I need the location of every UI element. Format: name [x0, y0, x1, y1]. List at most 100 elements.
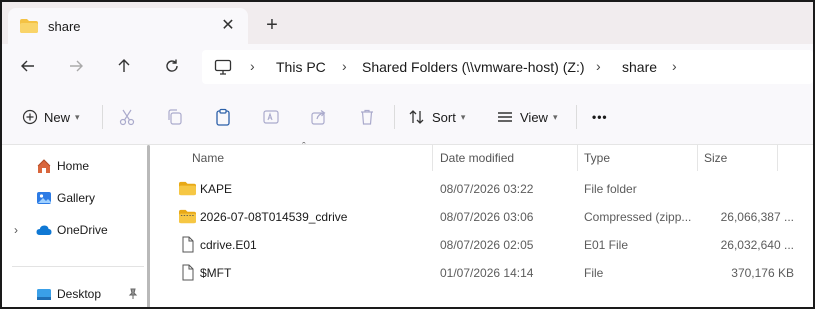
- chevron-down-icon: ▾: [552, 111, 558, 122]
- view-button[interactable]: View ▾: [496, 105, 557, 129]
- file-name: cdrive.E01: [200, 238, 257, 252]
- breadcrumb-this-pc[interactable]: This PC: [276, 59, 326, 75]
- arrow-left-icon: [21, 60, 34, 72]
- cut-button[interactable]: [118, 105, 136, 129]
- back-button[interactable]: [16, 54, 40, 78]
- arrow-up-icon: [118, 59, 130, 72]
- share-icon: [311, 110, 326, 125]
- file-type: File folder: [584, 182, 637, 196]
- rename-icon: [263, 110, 279, 124]
- home-icon: [37, 159, 51, 173]
- file-icon: [182, 264, 194, 281]
- chevron-right-icon[interactable]: ›: [14, 223, 18, 237]
- file-row-kape[interactable]: KAPE 08/07/2026 03:22 File folder: [172, 175, 802, 203]
- toolbar-divider: [102, 105, 103, 129]
- sidebar-divider: [12, 266, 144, 267]
- tab-share[interactable]: share ✕: [8, 8, 248, 44]
- new-tab-button[interactable]: +: [260, 14, 284, 38]
- gallery-icon: [37, 192, 51, 204]
- folder-icon: [179, 181, 196, 196]
- file-row-e01[interactable]: cdrive.E01 08/07/2026 02:05 E01 File 26,…: [172, 231, 802, 259]
- column-header-date[interactable]: Date modified: [440, 151, 514, 165]
- column-divider[interactable]: [697, 145, 698, 171]
- refresh-button[interactable]: [160, 54, 184, 78]
- file-date: 08/07/2026 03:06: [440, 210, 534, 224]
- scissors-icon: [119, 109, 135, 126]
- file-icon: [182, 236, 194, 253]
- view-label: View: [520, 109, 548, 125]
- new-button[interactable]: New ▾: [22, 105, 80, 129]
- more-options-button[interactable]: •••: [592, 105, 608, 129]
- sort-label: Sort: [432, 109, 456, 125]
- trash-icon: [361, 109, 373, 125]
- plus-circle-icon: [22, 109, 38, 125]
- breadcrumb-separator: ›: [250, 58, 255, 74]
- tab-title: share: [48, 19, 81, 34]
- chevron-down-icon: ▾: [75, 111, 80, 122]
- title-bar: share ✕ +: [2, 2, 813, 44]
- column-divider[interactable]: [432, 145, 433, 171]
- sidebar-item-home[interactable]: Home: [2, 154, 152, 178]
- sidebar-scrollbar[interactable]: [147, 145, 150, 307]
- column-divider[interactable]: [577, 145, 578, 171]
- sidebar-item-gallery[interactable]: Gallery: [2, 186, 152, 210]
- view-list-icon: [498, 112, 512, 122]
- chevron-down-icon: ▾: [460, 111, 466, 122]
- file-explorer-window: share ✕ + › This PC › Shared Folders (\\…: [0, 0, 815, 309]
- address-bar[interactable]: › This PC › Shared Folders (\\vmware-hos…: [202, 50, 813, 84]
- paste-button[interactable]: [214, 105, 232, 129]
- sidebar-item-label: Gallery: [57, 191, 96, 205]
- pin-icon[interactable]: [127, 288, 139, 300]
- breadcrumb-separator: ›: [596, 58, 601, 74]
- breadcrumb-separator: ›: [672, 58, 677, 74]
- file-name: KAPE: [200, 182, 233, 196]
- file-type: Compressed (zipp...: [584, 210, 692, 224]
- sidebar-item-desktop[interactable]: Desktop: [2, 282, 152, 306]
- file-name: $MFT: [200, 266, 232, 280]
- clipboard-icon: [216, 108, 230, 126]
- copy-icon: [168, 109, 182, 125]
- column-header-type[interactable]: Type: [584, 151, 610, 165]
- desktop-icon: [37, 289, 51, 300]
- up-button[interactable]: [112, 54, 136, 78]
- sidebar-item-label: OneDrive: [57, 223, 108, 237]
- file-date: 08/07/2026 03:22: [440, 182, 534, 196]
- file-size: 26,066,387 ...: [720, 210, 794, 224]
- forward-button[interactable]: [64, 54, 88, 78]
- command-bar: New ▾ Sort ▾ View ▾ •••: [2, 88, 813, 145]
- sort-ascending-icon: ˆ: [302, 141, 306, 153]
- file-name: 2026-07-08T014539_cdrive: [200, 210, 348, 224]
- column-header-name[interactable]: Name: [192, 151, 224, 165]
- file-type: E01 File: [584, 238, 629, 252]
- sidebar-item-onedrive[interactable]: › OneDrive: [2, 218, 152, 242]
- close-tab-icon[interactable]: ✕: [218, 16, 238, 36]
- breadcrumb-separator: ›: [342, 58, 347, 74]
- breadcrumb-share[interactable]: share: [622, 59, 657, 75]
- toolbar-divider: [394, 105, 395, 129]
- rename-button[interactable]: [262, 105, 280, 129]
- zip-folder-icon: [179, 209, 196, 224]
- copy-button[interactable]: [166, 105, 184, 129]
- column-divider[interactable]: [777, 145, 778, 171]
- file-row-mft[interactable]: $MFT 01/07/2026 14:14 File 370,176 KB: [172, 259, 802, 287]
- sort-button[interactable]: Sort ▾: [408, 105, 465, 129]
- file-date: 01/07/2026 14:14: [440, 266, 534, 280]
- file-size: 26,032,640 ...: [720, 238, 794, 252]
- new-label: New: [44, 109, 71, 125]
- file-type: File: [584, 266, 604, 280]
- sort-icon: [409, 110, 424, 124]
- toolbar-divider: [576, 105, 577, 129]
- folder-icon: [20, 19, 38, 33]
- column-header-size[interactable]: Size: [704, 151, 727, 165]
- navigation-bar: › This PC › Shared Folders (\\vmware-hos…: [2, 44, 813, 88]
- file-row-zip[interactable]: 2026-07-08T014539_cdrive 08/07/2026 03:0…: [172, 203, 802, 231]
- sidebar-item-label: Home: [57, 159, 90, 173]
- refresh-icon: [166, 59, 178, 72]
- file-date: 08/07/2026 02:05: [440, 238, 534, 252]
- breadcrumb-shared-folders[interactable]: Shared Folders (\\vmware-host) (Z:): [362, 59, 585, 75]
- cloud-icon: [36, 225, 52, 235]
- sidebar-item-label: Desktop: [57, 287, 102, 301]
- share-button[interactable]: [310, 105, 328, 129]
- delete-button[interactable]: [358, 105, 376, 129]
- arrow-right-icon: [70, 60, 83, 72]
